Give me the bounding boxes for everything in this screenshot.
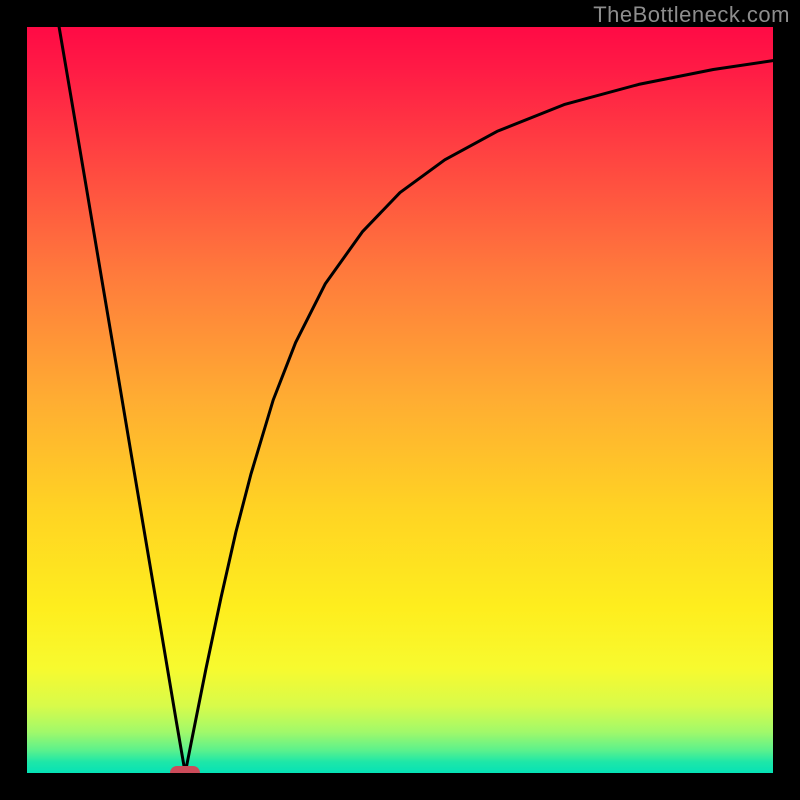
watermark-text: TheBottleneck.com [593,2,790,28]
plot-area [27,27,773,773]
optimal-point-marker [170,766,200,773]
bottleneck-curve [27,27,773,773]
chart-frame: TheBottleneck.com [0,0,800,800]
